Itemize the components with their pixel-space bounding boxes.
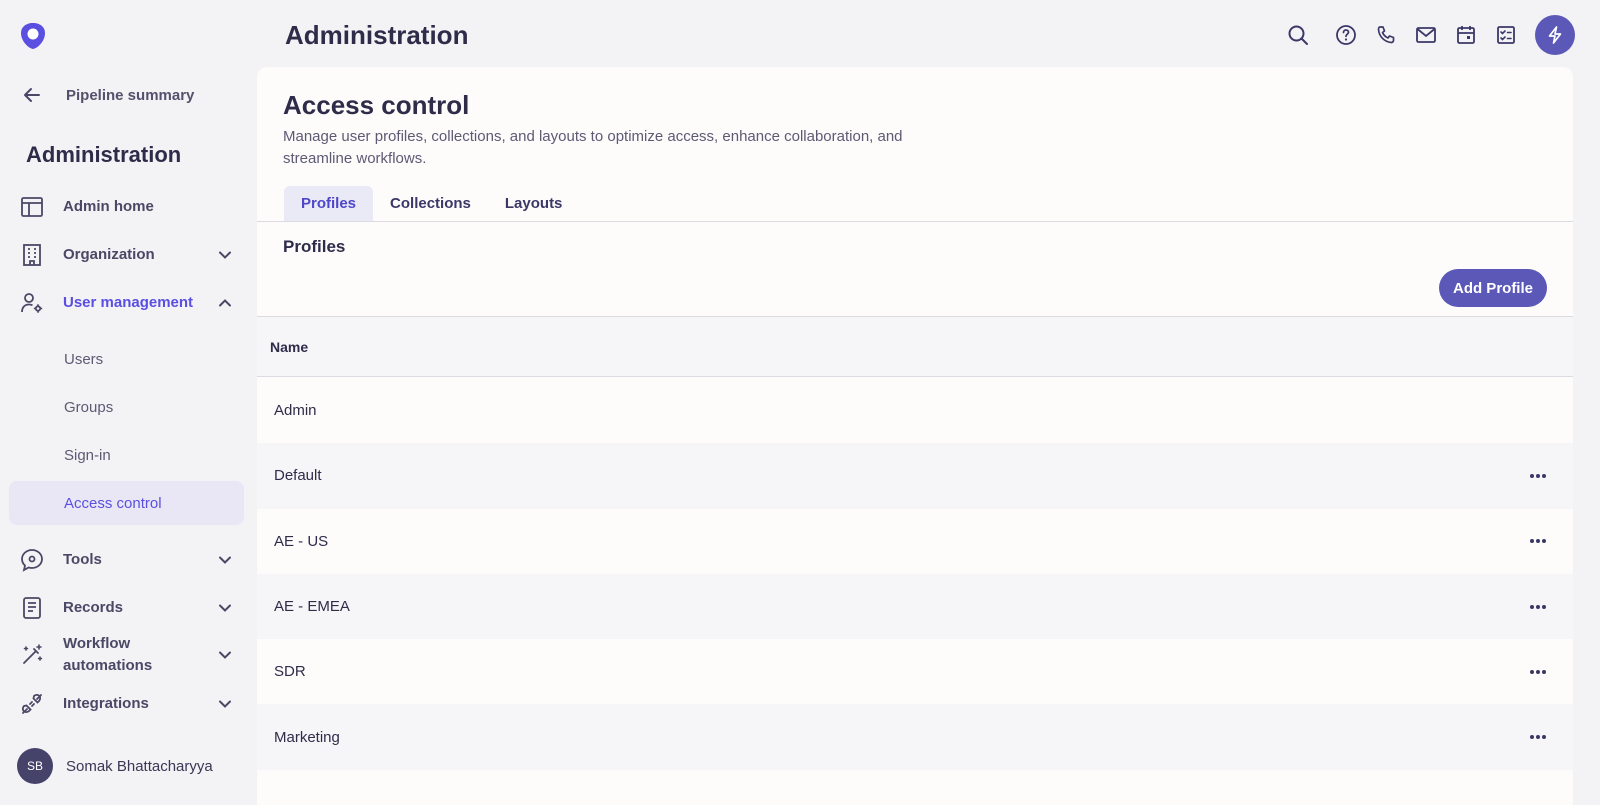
table-row[interactable]: SDR bbox=[257, 639, 1573, 704]
app-logo-icon[interactable] bbox=[18, 21, 48, 51]
sidebar-item-label: Admin home bbox=[63, 198, 154, 215]
sidebar-item-label: Records bbox=[63, 599, 124, 616]
sidebar-item-admin-home[interactable]: Admin home bbox=[10, 195, 244, 219]
sidebar-subitem-label: Groups bbox=[64, 398, 114, 416]
building-icon bbox=[20, 243, 44, 267]
mail-icon[interactable] bbox=[1415, 24, 1437, 46]
layout-icon bbox=[20, 195, 44, 219]
sidebar-item-organization[interactable]: Organization bbox=[10, 243, 244, 267]
back-link-label: Pipeline summary bbox=[66, 86, 195, 104]
table-header: Name bbox=[257, 317, 1573, 377]
sidebar-item-label: Integrations bbox=[63, 695, 149, 712]
sidebar-subitem-label: Access control bbox=[64, 494, 162, 512]
sidebar-item-integrations[interactable]: Integrations bbox=[10, 692, 244, 716]
profile-name: Marketing bbox=[274, 728, 340, 746]
chevron-down-icon[interactable] bbox=[218, 648, 232, 662]
sidebar-item-user-management[interactable]: User management bbox=[10, 281, 244, 325]
sidebar-title: Administration bbox=[26, 142, 182, 167]
table-row[interactable]: Admin bbox=[257, 378, 1573, 443]
chevron-down-icon[interactable] bbox=[218, 601, 232, 615]
tab-divider bbox=[257, 221, 1573, 222]
back-to-pipeline-link[interactable]: Pipeline summary bbox=[22, 83, 194, 107]
sidebar-subitem-label: Users bbox=[64, 350, 104, 368]
sidebar-subitem-sign-in[interactable]: Sign-in bbox=[9, 433, 244, 477]
user-name: Somak Bhattacharyya bbox=[66, 757, 213, 775]
sidebar-item-workflow-automations[interactable]: Workflow automations bbox=[10, 633, 244, 677]
phone-icon[interactable] bbox=[1375, 24, 1397, 46]
sidebar-subitem-users[interactable]: Users bbox=[9, 337, 244, 381]
chevron-down-icon[interactable] bbox=[218, 553, 232, 567]
sidebar-subitem-label: Sign-in bbox=[64, 446, 111, 464]
profile-name: Default bbox=[274, 467, 322, 485]
more-options-icon[interactable] bbox=[1525, 662, 1551, 682]
current-user[interactable]: SB Somak Bhattacharyya bbox=[17, 748, 213, 784]
magic-wand-icon bbox=[20, 643, 44, 667]
calendar-icon[interactable] bbox=[1455, 24, 1477, 46]
table-row[interactable]: AE - US bbox=[257, 509, 1573, 574]
sidebar-subitem-groups[interactable]: Groups bbox=[9, 385, 244, 429]
avatar: SB bbox=[17, 748, 53, 784]
table-row[interactable]: Default bbox=[257, 443, 1573, 509]
sidebar-item-label: Tools bbox=[63, 551, 102, 568]
chevron-down-icon[interactable] bbox=[218, 248, 232, 262]
page-title: Administration bbox=[285, 20, 469, 50]
sidebar-item-label: Workflow automations bbox=[63, 635, 153, 674]
more-options-icon[interactable] bbox=[1525, 727, 1551, 747]
records-icon bbox=[20, 596, 44, 620]
more-options-icon[interactable] bbox=[1525, 597, 1551, 617]
header-toolbar bbox=[1269, 15, 1575, 55]
tab-layouts[interactable]: Layouts bbox=[488, 186, 580, 222]
plug-icon bbox=[20, 692, 44, 716]
section-description: Manage user profiles, collections, and l… bbox=[283, 128, 903, 167]
bolt-icon[interactable] bbox=[1535, 15, 1575, 55]
tasks-icon[interactable] bbox=[1495, 24, 1517, 46]
access-control-panel: Access control Manage user profiles, col… bbox=[257, 67, 1573, 805]
column-header-name[interactable]: Name bbox=[270, 339, 308, 355]
table-row[interactable]: AE - EMEA bbox=[257, 573, 1573, 640]
help-icon[interactable] bbox=[1335, 24, 1357, 46]
more-options-icon[interactable] bbox=[1525, 466, 1551, 486]
search-icon[interactable] bbox=[1287, 24, 1309, 46]
user-gear-icon bbox=[20, 291, 44, 315]
sidebar-item-label: User management bbox=[63, 294, 194, 311]
more-options-icon[interactable] bbox=[1525, 531, 1551, 551]
tab-collections[interactable]: Collections bbox=[373, 186, 488, 222]
arrow-left-icon bbox=[22, 85, 42, 105]
profile-name: AE - EMEA bbox=[274, 598, 350, 616]
profiles-title: Profiles bbox=[283, 237, 346, 256]
tab-bar: Profiles Collections Layouts bbox=[284, 186, 579, 222]
profile-name: AE - US bbox=[274, 532, 329, 550]
sidebar-subitem-access-control[interactable]: Access control bbox=[9, 481, 244, 525]
sidebar-item-label: Organization bbox=[63, 246, 155, 263]
tools-icon bbox=[20, 548, 44, 572]
table-row[interactable]: Marketing bbox=[257, 704, 1573, 770]
chevron-up-icon[interactable] bbox=[218, 296, 232, 310]
profiles-table-body: Admin Default AE - US AE - EMEA SDR Mark… bbox=[257, 378, 1573, 770]
sidebar: Pipeline summary Administration Admin ho… bbox=[0, 0, 250, 805]
profile-name: Admin bbox=[274, 402, 317, 420]
sidebar-item-tools[interactable]: Tools bbox=[10, 548, 244, 572]
tab-profiles[interactable]: Profiles bbox=[284, 186, 374, 222]
section-heading: Access control bbox=[283, 90, 470, 120]
add-profile-button[interactable]: Add Profile bbox=[1438, 269, 1547, 307]
sidebar-item-records[interactable]: Records bbox=[10, 596, 244, 620]
profile-name: SDR bbox=[274, 663, 306, 681]
chevron-down-icon[interactable] bbox=[218, 697, 232, 711]
